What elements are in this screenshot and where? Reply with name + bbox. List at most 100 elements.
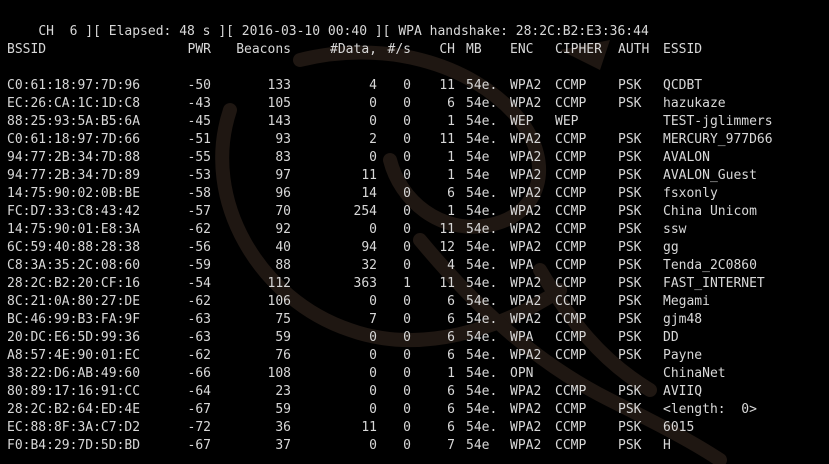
cell-pwr: -57 bbox=[187, 204, 211, 219]
cell-ch: 11 bbox=[439, 132, 455, 147]
cell-rate: 0 bbox=[403, 438, 411, 453]
cell-ch: 1 bbox=[447, 204, 455, 219]
cell-beacons: 108 bbox=[267, 366, 291, 381]
cell-enc: WPA2 bbox=[510, 294, 542, 309]
cell-pwr: -63 bbox=[187, 330, 211, 345]
cell-essid: fsxonly bbox=[663, 186, 718, 201]
cell-essid: ChinaNet bbox=[663, 366, 726, 381]
cell-bssid: F0:B4:29:7D:5D:BD bbox=[7, 438, 141, 453]
cell-auth: PSK bbox=[618, 168, 642, 183]
header-bssid: BSSID bbox=[7, 42, 47, 57]
cell-auth: PSK bbox=[618, 420, 642, 435]
cell-ch: 6 bbox=[447, 294, 455, 309]
cell-mb: 54e. bbox=[466, 258, 498, 273]
cell-pwr: -64 bbox=[187, 384, 211, 399]
cell-beacons: 36 bbox=[275, 420, 291, 435]
cell-mb: 54e. bbox=[466, 222, 498, 237]
cell-pwr: -54 bbox=[187, 276, 211, 291]
cell-ch: 11 bbox=[439, 222, 455, 237]
cell-essid: hazukaze bbox=[663, 96, 726, 111]
cell-data: 0 bbox=[369, 438, 377, 453]
cell-rate: 0 bbox=[403, 312, 411, 327]
cell-data: 32 bbox=[361, 258, 377, 273]
cell-cipher: CCMP bbox=[555, 258, 587, 273]
cell-beacons: 133 bbox=[267, 78, 291, 93]
cell-auth: PSK bbox=[618, 222, 642, 237]
cell-auth: PSK bbox=[618, 186, 642, 201]
cell-beacons: 112 bbox=[267, 276, 291, 291]
cell-rate: 0 bbox=[403, 168, 411, 183]
cell-rate: 0 bbox=[403, 420, 411, 435]
cell-pwr: -56 bbox=[187, 240, 211, 255]
cell-beacons: 40 bbox=[275, 240, 291, 255]
cell-mb: 54e. bbox=[466, 312, 498, 327]
cell-cipher: CCMP bbox=[555, 312, 587, 327]
header-auth: AUTH bbox=[618, 42, 650, 57]
header-beacons: Beacons bbox=[236, 42, 291, 57]
terminal-window[interactable]: CH 6 ][ Elapsed: 48 s ][ 2016-03-10 00:4… bbox=[0, 0, 829, 464]
cell-beacons: 76 bbox=[275, 348, 291, 363]
cell-enc: WPA2 bbox=[510, 78, 542, 93]
cell-bssid: 88:25:93:5A:B5:6A bbox=[7, 114, 141, 129]
cell-cipher: CCMP bbox=[555, 96, 587, 111]
cell-ch: 1 bbox=[447, 366, 455, 381]
cell-beacons: 92 bbox=[275, 222, 291, 237]
header-essid: ESSID bbox=[663, 42, 703, 57]
cell-ch: 1 bbox=[447, 150, 455, 165]
cell-rate: 0 bbox=[403, 258, 411, 273]
cell-ch: 1 bbox=[447, 114, 455, 129]
cell-pwr: -72 bbox=[187, 420, 211, 435]
cell-ch: 7 bbox=[447, 438, 455, 453]
cell-rate: 0 bbox=[403, 402, 411, 417]
cell-enc: OPN bbox=[510, 366, 534, 381]
cell-essid: AVALON bbox=[663, 150, 710, 165]
cell-enc: WPA2 bbox=[510, 384, 542, 399]
cell-bssid: 8C:21:0A:80:27:DE bbox=[7, 294, 141, 309]
cell-bssid: 14:75:90:01:E8:3A bbox=[7, 222, 141, 237]
cell-ch: 11 bbox=[439, 276, 455, 291]
cell-data: 0 bbox=[369, 96, 377, 111]
cell-enc: WPA2 bbox=[510, 276, 542, 291]
cell-enc: WPA2 bbox=[510, 96, 542, 111]
cell-pwr: -62 bbox=[187, 294, 211, 309]
cell-beacons: 75 bbox=[275, 312, 291, 327]
cell-cipher: CCMP bbox=[555, 78, 587, 93]
cell-rate: 1 bbox=[403, 276, 411, 291]
cell-ch: 6 bbox=[447, 420, 455, 435]
cell-enc: WPA2 bbox=[510, 186, 542, 201]
cell-pwr: -43 bbox=[187, 96, 211, 111]
cell-essid: DD bbox=[663, 330, 679, 345]
cell-rate: 0 bbox=[403, 330, 411, 345]
cell-rate: 0 bbox=[403, 222, 411, 237]
cell-enc: WPA bbox=[510, 330, 534, 345]
cell-ch: 1 bbox=[447, 168, 455, 183]
cell-cipher: CCMP bbox=[555, 132, 587, 147]
cell-rate: 0 bbox=[403, 114, 411, 129]
cell-bssid: 38:22:D6:AB:49:60 bbox=[7, 366, 141, 381]
cell-mb: 54e. bbox=[466, 240, 498, 255]
cell-enc: WPA2 bbox=[510, 132, 542, 147]
cell-cipher: CCMP bbox=[555, 276, 587, 291]
cell-essid: Tenda_2C0860 bbox=[663, 258, 757, 273]
cell-beacons: 59 bbox=[275, 330, 291, 345]
cell-beacons: 23 bbox=[275, 384, 291, 399]
cell-bssid: BC:46:99:B3:FA:9F bbox=[7, 312, 141, 327]
cell-mb: 54e. bbox=[466, 294, 498, 309]
cell-pwr: -55 bbox=[187, 150, 211, 165]
cell-cipher: CCMP bbox=[555, 186, 587, 201]
cell-data: 363 bbox=[353, 276, 377, 291]
cell-pwr: -63 bbox=[187, 312, 211, 327]
cell-beacons: 105 bbox=[267, 96, 291, 111]
cell-mb: 54e. bbox=[466, 114, 498, 129]
cell-bssid: EC:26:CA:1C:1D:C8 bbox=[7, 96, 141, 111]
cell-auth: PSK bbox=[618, 402, 642, 417]
cell-mb: 54e. bbox=[466, 402, 498, 417]
cell-cipher: CCMP bbox=[555, 420, 587, 435]
cell-pwr: -62 bbox=[187, 348, 211, 363]
cell-rate: 0 bbox=[403, 204, 411, 219]
cell-essid: <length: 0> bbox=[663, 402, 757, 417]
cell-cipher: CCMP bbox=[555, 294, 587, 309]
cell-enc: WPA2 bbox=[510, 168, 542, 183]
cell-bssid: 28:2C:B2:64:ED:4E bbox=[7, 402, 141, 417]
cell-auth: PSK bbox=[618, 276, 642, 291]
